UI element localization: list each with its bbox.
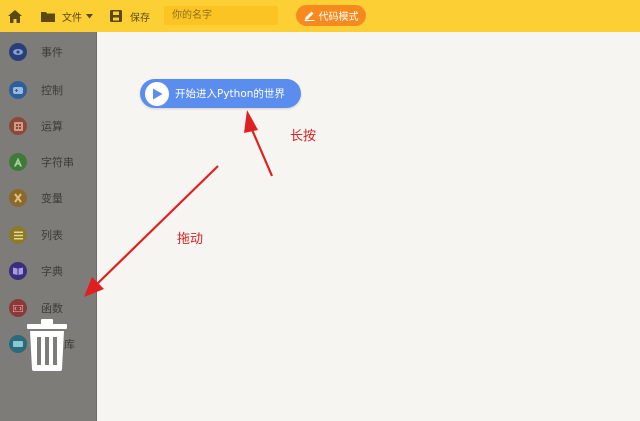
- annotation-arrows: [84, 110, 274, 297]
- drag-annotation: 拖动: [177, 232, 204, 247]
- long-press-arrowhead: [244, 110, 258, 133]
- long-press-arrow: [248, 124, 274, 177]
- long-press-annotation: 长按: [290, 129, 317, 144]
- drag-arrow: [95, 165, 219, 286]
